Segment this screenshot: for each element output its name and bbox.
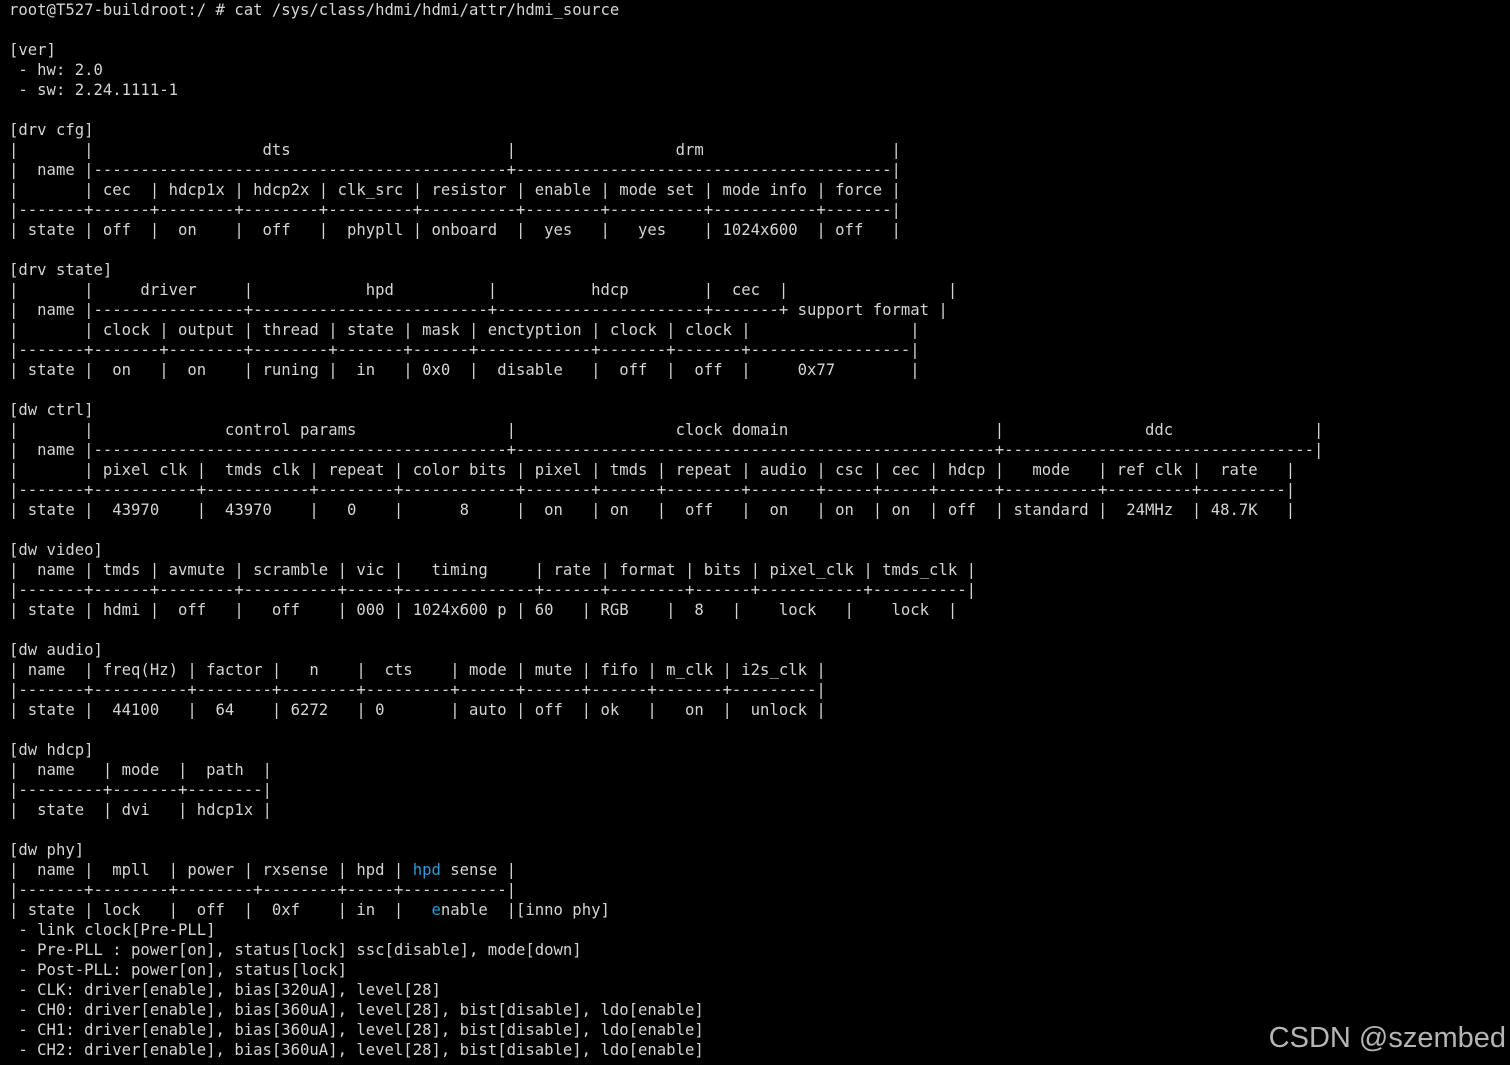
terminal-line: | | pixel clk | tmds clk | repeat | colo… (9, 461, 1296, 479)
terminal-line: | | dts | drm | (9, 141, 901, 159)
terminal-line: | name | mode | path | (9, 761, 272, 779)
terminal-line: |-------+------+--------+----------+----… (9, 581, 976, 599)
terminal-line: | state | dvi | hdcp1x | (9, 801, 272, 819)
terminal-line: | | clock | output | thread | state | ma… (9, 321, 920, 339)
terminal-line: [dw audio] (9, 641, 103, 659)
terminal-line: [dw ctrl] (9, 401, 94, 419)
terminal-line: | name |----------------+---------------… (9, 301, 948, 319)
terminal-line: |---------+-------+--------| (9, 781, 272, 799)
terminal-line: [ver] (9, 41, 56, 59)
terminal-output[interactable]: root@T527-buildroot:/ # cat /sys/class/h… (9, 0, 1509, 1065)
terminal-line: | name | tmds | avmute | scramble | vic … (9, 561, 976, 579)
terminal-line: | state | on | on | runing | in | 0x0 | … (9, 361, 920, 379)
terminal-line: [dw video] (9, 541, 103, 559)
terminal-line: | | control params | clock domain | ddc … (9, 421, 1324, 439)
terminal-line: root@T527-buildroot:/ # cat /sys/class/h… (9, 1, 620, 19)
terminal-line: [dw hdcp] (9, 741, 94, 759)
terminal-line: | state | hdmi | off | off | 000 | 1024x… (9, 601, 958, 619)
terminal-line: - hw: 2.0 (9, 61, 103, 79)
terminal-line: |-------+------+--------+--------+------… (9, 201, 901, 219)
terminal-line: | name | freq(Hz) | factor | n | cts | m… (9, 661, 826, 679)
terminal-line: | name |--------------------------------… (9, 441, 1324, 459)
terminal-line: | name |--------------------------------… (9, 161, 901, 179)
terminal-line: | state | off | on | off | phypll | onbo… (9, 221, 901, 239)
terminal-line: |-------+-----------+-----------+-------… (9, 481, 1296, 499)
terminal-line: |-------+-------+--------+--------+-----… (9, 341, 920, 359)
terminal-line: | name | mpll | power | rxsense | hpd | … (9, 861, 516, 879)
terminal-line: | state | lock | off | 0xf | in | enable… (9, 901, 610, 919)
terminal-line: [drv state] (9, 261, 113, 279)
terminal-line: - CH0: driver[enable], bias[360uA], leve… (9, 1001, 704, 1019)
terminal-line: - CLK: driver[enable], bias[320uA], leve… (9, 981, 441, 999)
terminal-line: |-------+--------+--------+--------+----… (9, 881, 516, 899)
terminal-line: |-------+----------+--------+--------+--… (9, 681, 826, 699)
terminal-line: | | driver | hpd | hdcp | cec | | (9, 281, 958, 299)
terminal-line: [dw phy] (9, 841, 85, 859)
terminal-line: | state | 43970 | 43970 | 0 | 8 | on | o… (9, 501, 1296, 519)
terminal-line: | state | 44100 | 64 | 6272 | 0 | auto |… (9, 701, 826, 719)
terminal-line: - sw: 2.24.1111-1 (9, 81, 178, 99)
terminal-line: - Post-PLL: power[on], status[lock] (9, 961, 347, 979)
terminal-line: - Pre-PLL : power[on], status[lock] ssc[… (9, 941, 582, 959)
terminal-line: - link clock[Pre-PLL] (9, 921, 216, 939)
csdn-watermark: CSDN @szembed (1268, 1022, 1506, 1054)
terminal-line: [drv cfg] (9, 121, 94, 139)
terminal-line: | | cec | hdcp1x | hdcp2x | clk_src | re… (9, 181, 901, 199)
